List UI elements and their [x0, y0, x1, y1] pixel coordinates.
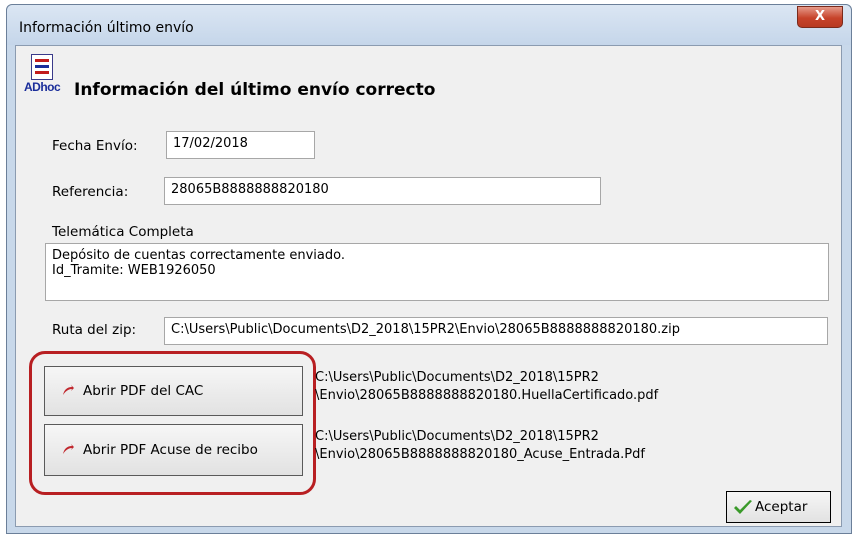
- telematica-textarea[interactable]: Depósito de cuentas correctamente enviad…: [45, 243, 829, 301]
- acuse-path-line-1: C:\Users\Public\Documents\D2_2018\15PR2: [315, 429, 599, 444]
- acuse-pdf-path: C:\Users\Public\Documents\D2_2018\15PR2 …: [315, 428, 645, 464]
- acrobat-pdf-icon: [63, 385, 74, 395]
- cac-path-line-1: C:\Users\Public\Documents\D2_2018\15PR2: [315, 370, 599, 385]
- open-pdf-cac-label: Abrir PDF del CAC: [83, 383, 204, 399]
- referencia-field[interactable]: 28065B8888888820180: [164, 177, 601, 205]
- cac-path-line-2: \Envio\28065B8888888820180.HuellaCertifi…: [315, 388, 659, 403]
- open-pdf-cac-button[interactable]: Abrir PDF del CAC: [44, 366, 303, 416]
- open-pdf-acuse-label: Abrir PDF Acuse de recibo: [83, 442, 258, 458]
- dialog-heading: Información del último envío correcto: [74, 80, 436, 100]
- ruta-zip-field[interactable]: C:\Users\Public\Documents\D2_2018\15PR2\…: [164, 317, 828, 345]
- check-icon: [734, 500, 752, 514]
- window-title: Información último envío: [19, 20, 194, 36]
- aceptar-button[interactable]: Aceptar: [726, 491, 831, 523]
- title-bar[interactable]: Información último envío X: [7, 5, 851, 45]
- open-pdf-acuse-button[interactable]: Abrir PDF Acuse de recibo: [44, 424, 303, 476]
- app-icon-label: ADhoc: [24, 80, 61, 94]
- telematica-line-1: Depósito de cuentas correctamente enviad…: [52, 248, 345, 263]
- document-icon: [31, 54, 53, 80]
- fecha-envio-field[interactable]: 17/02/2018: [166, 131, 315, 159]
- acrobat-pdf-icon: [63, 444, 74, 454]
- ruta-zip-label: Ruta del zip:: [52, 322, 137, 338]
- fecha-envio-label: Fecha Envío:: [52, 138, 138, 154]
- referencia-label: Referencia:: [52, 184, 129, 200]
- cac-pdf-path: C:\Users\Public\Documents\D2_2018\15PR2 …: [315, 369, 658, 405]
- acuse-path-line-2: \Envio\28065B8888888820180_Acuse_Entrada…: [315, 447, 645, 462]
- aceptar-label: Aceptar: [755, 499, 808, 515]
- telematica-label: Telemática Completa: [52, 224, 194, 240]
- telematica-line-2: Id_Tramite: WEB1926050: [52, 263, 216, 278]
- adhoc-app-icon: ADhoc: [24, 54, 61, 98]
- close-button[interactable]: X: [797, 6, 843, 28]
